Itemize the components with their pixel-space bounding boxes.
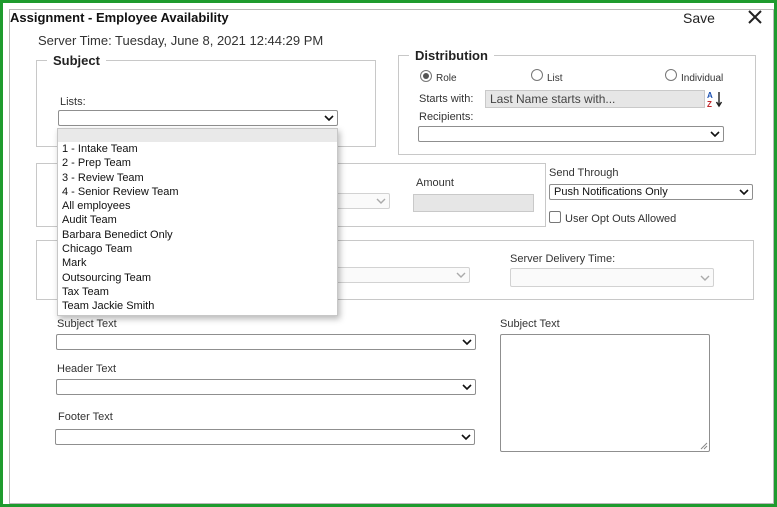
- amount-input[interactable]: [413, 194, 534, 212]
- chevron-down-icon: [461, 434, 471, 441]
- subject-text-select[interactable]: [56, 334, 476, 350]
- recipients-select[interactable]: [418, 126, 724, 142]
- lists-option[interactable]: Mark: [58, 256, 337, 270]
- chevron-down-icon: [710, 131, 720, 138]
- user-opt-outs-checkbox[interactable]: [549, 211, 561, 223]
- lists-option[interactable]: All employees: [58, 199, 337, 213]
- radio-individual[interactable]: [665, 69, 677, 81]
- radio-role-label: Role: [436, 73, 457, 84]
- radio-role[interactable]: [420, 70, 432, 82]
- starts-with-label: Starts with:: [419, 93, 474, 105]
- footer-text-select[interactable]: [55, 429, 475, 445]
- svg-text:A: A: [707, 91, 713, 100]
- lists-option[interactable]: 2 - Prep Team: [58, 156, 337, 170]
- radio-list[interactable]: [531, 69, 543, 81]
- lists-option[interactable]: Audit Team: [58, 213, 337, 227]
- close-icon[interactable]: [744, 6, 766, 28]
- lists-option-blank[interactable]: [58, 129, 337, 142]
- amount-label: Amount: [416, 177, 454, 189]
- lists-option[interactable]: Tax Team: [58, 285, 337, 299]
- lists-dropdown[interactable]: 1 - Intake Team 2 - Prep Team 3 - Review…: [57, 128, 338, 316]
- lists-option[interactable]: Outsourcing Team: [58, 271, 337, 285]
- lists-option[interactable]: Chicago Team: [58, 242, 337, 256]
- delivery-select-disabled[interactable]: [330, 267, 470, 283]
- header-text-label: Header Text: [57, 363, 117, 375]
- radio-list-label: List: [547, 73, 563, 84]
- header-text-select[interactable]: [56, 379, 476, 395]
- server-time: Server Time: Tuesday, June 8, 2021 12:44…: [38, 33, 324, 48]
- dialog-title: Assignment - Employee Availability: [10, 10, 229, 25]
- chevron-down-icon: [462, 384, 472, 391]
- footer-text-label: Footer Text: [58, 411, 113, 423]
- chevron-down-icon: [456, 272, 466, 278]
- server-delivery-select[interactable]: [510, 268, 714, 287]
- lists-option[interactable]: Barbara Benedict Only: [58, 228, 337, 242]
- send-through-select-value: Push Notifications Only: [554, 186, 668, 198]
- recipients-label: Recipients:: [419, 111, 474, 123]
- server-delivery-label: Server Delivery Time:: [510, 253, 616, 265]
- subject-text-area[interactable]: [500, 334, 710, 452]
- resize-handle-icon[interactable]: [700, 442, 708, 450]
- radio-individual-label: Individual: [681, 73, 724, 84]
- svg-text:Z: Z: [707, 100, 712, 108]
- lists-label: Lists:: [60, 96, 86, 108]
- lists-option[interactable]: 1 - Intake Team: [58, 142, 337, 156]
- chevron-down-icon: [376, 198, 386, 204]
- chevron-down-icon: [324, 115, 334, 122]
- user-opt-outs-label: User Opt Outs Allowed: [565, 213, 677, 225]
- lists-select[interactable]: [58, 110, 338, 126]
- save-button[interactable]: Save: [683, 10, 715, 26]
- distribution-legend: Distribution: [415, 48, 488, 63]
- chevron-down-icon: [739, 189, 749, 196]
- chevron-down-icon: [700, 275, 710, 281]
- subject-text-label: Subject Text: [57, 318, 117, 330]
- sort-az-icon[interactable]: A Z: [707, 90, 723, 109]
- send-through-select[interactable]: Push Notifications Only: [549, 184, 753, 200]
- subject-text-right-label: Subject Text: [500, 318, 560, 330]
- chevron-down-icon: [462, 339, 472, 346]
- starts-with-input[interactable]: Last Name starts with...: [485, 90, 705, 108]
- details-select-disabled[interactable]: [330, 193, 390, 209]
- lists-option[interactable]: 4 - Senior Review Team: [58, 185, 337, 199]
- send-through-label: Send Through: [549, 167, 619, 179]
- lists-option[interactable]: 3 - Review Team: [58, 171, 337, 185]
- lists-option[interactable]: Team Jackie Smith: [58, 299, 337, 313]
- subject-legend: Subject: [53, 53, 100, 68]
